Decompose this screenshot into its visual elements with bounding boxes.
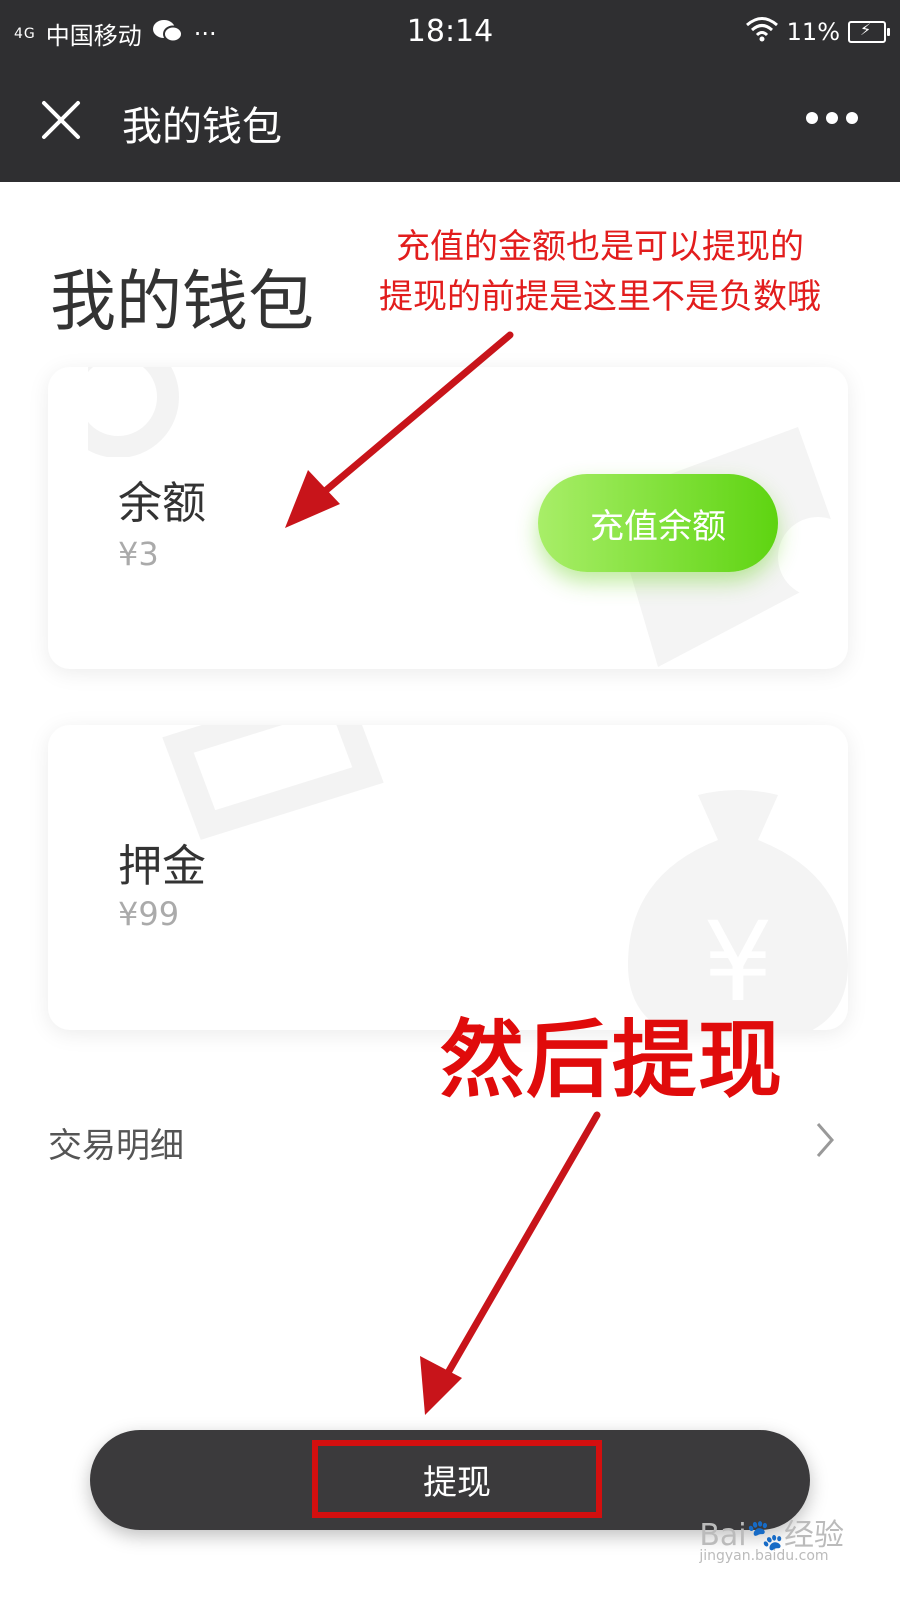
status-right: 11% ⚡ [745, 16, 890, 48]
watermark-ticket-icon [162, 725, 384, 840]
annotation-top: 充值的金额也是可以提现的 提现的前提是这里不是负数哦 [330, 222, 870, 322]
battery-label: 11% [786, 18, 840, 46]
transaction-details-label: 交易明细 [48, 1126, 184, 1166]
more-options-icon[interactable] [806, 112, 858, 124]
wifi-icon [745, 16, 779, 48]
recharge-button[interactable]: 充值余额 [538, 474, 778, 572]
baidu-url: jingyan.baidu.com [699, 1548, 829, 1564]
annotation-line-1: 充值的金额也是可以提现的 [396, 227, 804, 267]
page-title: 我的钱包 [122, 104, 282, 150]
annotation-withdraw-hint: 然后提现 [440, 1011, 785, 1109]
baidu-watermark: Bai🐾经验 jingyan.baidu.com [699, 1510, 844, 1564]
balance-label: 余额 [118, 478, 206, 529]
close-icon[interactable] [38, 97, 84, 143]
deposit-card: ¥ 押金 ¥99 [48, 725, 848, 1030]
balance-value: ¥3 [118, 535, 159, 573]
status-bar: 4G 中国移动 ··· 18:14 11% ⚡ [0, 0, 900, 64]
transaction-details-row[interactable]: 交易明细 [48, 1112, 848, 1166]
annotation-line-2: 提现的前提是这里不是负数哦 [379, 277, 821, 317]
deposit-label: 押金 [118, 841, 206, 892]
wallet-heading: 我的钱包 [50, 263, 314, 340]
title-bar: 我的钱包 [0, 64, 900, 182]
watermark-circle-icon [88, 367, 179, 457]
withdraw-button[interactable]: 提现 [312, 1440, 602, 1518]
chevron-right-icon [816, 1123, 834, 1157]
deposit-value: ¥99 [118, 895, 180, 933]
battery-icon: ⚡ [848, 21, 890, 43]
